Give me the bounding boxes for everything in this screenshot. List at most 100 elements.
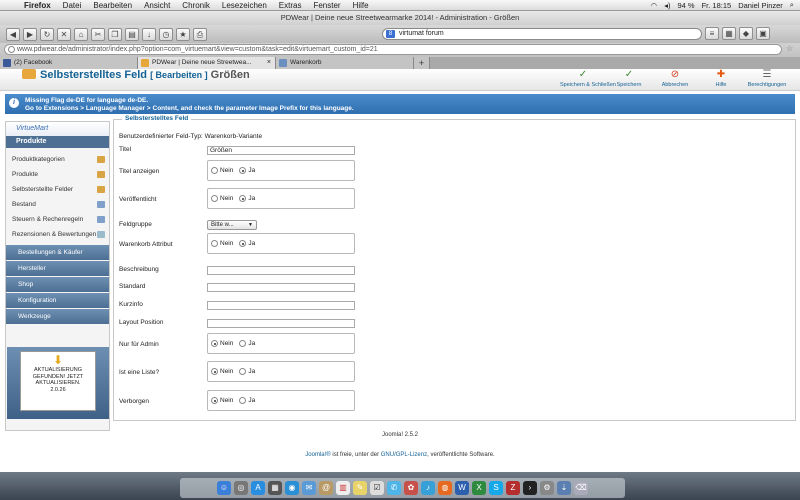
excel-icon[interactable]: X bbox=[472, 481, 486, 495]
menu-chronik[interactable]: Chronik bbox=[176, 1, 216, 10]
stop-icon[interactable]: ✕ bbox=[57, 27, 71, 41]
sidebar-section-bestellungen[interactable]: Bestellungen & Käufer bbox=[6, 245, 109, 260]
calendar-icon[interactable]: ▥ bbox=[336, 481, 350, 495]
sidebar-item-steuern[interactable]: Steuern & Rechenregeln bbox=[6, 212, 109, 227]
ist-eine-liste-nein-radio[interactable] bbox=[211, 368, 218, 375]
menu-extras[interactable]: Extras bbox=[273, 1, 308, 10]
filezilla-icon[interactable]: Z bbox=[506, 481, 520, 495]
gpl-license-link[interactable]: GNU/GPL-Lizenz bbox=[381, 452, 427, 458]
menu-lesezeichen[interactable]: Lesezeichen bbox=[216, 1, 273, 10]
addon-icon[interactable]: ◆ bbox=[739, 27, 753, 40]
save-button[interactable]: ✓ Speichern bbox=[606, 69, 652, 91]
menu-datei[interactable]: Datei bbox=[57, 1, 88, 10]
extension-icon[interactable]: ▣ bbox=[756, 27, 770, 40]
sidebar-item-produktkategorien[interactable]: Produktkategorien bbox=[6, 152, 109, 167]
verborgen-ja-radio[interactable] bbox=[239, 397, 247, 404]
url-input[interactable]: www.pdwear.de/administrator/index.php?op… bbox=[4, 44, 782, 55]
help-button[interactable]: ✚ Hilfe bbox=[698, 69, 744, 91]
menu-firefox[interactable]: Firefox bbox=[18, 1, 57, 10]
bookmark-icon[interactable]: ★ bbox=[176, 27, 190, 41]
permissions-button[interactable]: ☰ Berechtigungen bbox=[744, 69, 790, 91]
skype-icon[interactable]: S bbox=[489, 481, 503, 495]
sidebar-icon[interactable]: ▦ bbox=[722, 27, 736, 40]
spotlight-icon[interactable]: ⌕ bbox=[790, 0, 794, 10]
history-icon[interactable]: ◷ bbox=[159, 27, 173, 41]
word-icon[interactable]: W bbox=[455, 481, 469, 495]
tab-pdwear[interactable]: PDWear | Deine neue Streetwea... × bbox=[138, 57, 276, 69]
tab-facebook[interactable]: (2) Facebook bbox=[0, 57, 138, 69]
back-icon[interactable]: ◀ bbox=[6, 27, 20, 41]
app-store-icon[interactable]: A bbox=[251, 481, 265, 495]
paste-icon[interactable]: ▤ bbox=[125, 27, 139, 41]
download-icon[interactable]: ↓ bbox=[142, 27, 156, 41]
cancel-button[interactable]: ⊘ Abbrechen bbox=[652, 69, 698, 91]
copy-icon[interactable]: ❐ bbox=[108, 27, 122, 41]
home-icon[interactable]: ⌂ bbox=[74, 27, 88, 41]
contacts-icon[interactable]: @ bbox=[319, 481, 333, 495]
tab-close-icon[interactable]: × bbox=[267, 57, 271, 69]
save-close-button[interactable]: ✓ Speichern & Schließen bbox=[560, 69, 616, 91]
sidebar-item-bestand[interactable]: Bestand bbox=[6, 197, 109, 212]
battery-status[interactable]: 94 % bbox=[677, 1, 694, 10]
google-icon[interactable]: 8 bbox=[386, 30, 395, 38]
print-icon[interactable]: ⎙ bbox=[193, 27, 207, 41]
titel-anzeigen-nein-radio[interactable] bbox=[211, 167, 218, 174]
standard-input[interactable] bbox=[207, 283, 355, 292]
veroeffentlicht-nein-radio[interactable] bbox=[211, 195, 218, 202]
safari-icon[interactable]: ◉ bbox=[285, 481, 299, 495]
kurzinfo-input[interactable] bbox=[207, 301, 355, 310]
virtuemart-logo[interactable]: VirtueMart bbox=[6, 122, 109, 136]
verborgen-nein-radio[interactable] bbox=[211, 397, 218, 404]
tab-warenkorb[interactable]: Warenkorb bbox=[276, 57, 414, 69]
forward-icon[interactable]: ▶ bbox=[23, 27, 37, 41]
menu-bearbeiten[interactable]: Bearbeiten bbox=[87, 1, 138, 10]
trash-icon[interactable]: ⌫ bbox=[574, 481, 588, 495]
beschreibung-input[interactable] bbox=[207, 266, 355, 275]
sidebar-item-produkte[interactable]: Produkte bbox=[6, 167, 109, 182]
notes-icon[interactable]: ✎ bbox=[353, 481, 367, 495]
nur-fuer-admin-nein-radio[interactable] bbox=[211, 340, 218, 347]
search-input[interactable]: 8 virtumat forum bbox=[382, 28, 702, 40]
launchpad-icon[interactable]: ◎ bbox=[234, 481, 248, 495]
music-icon[interactable]: ♪ bbox=[421, 481, 435, 495]
sidebar-section-hersteller[interactable]: Hersteller bbox=[6, 261, 109, 276]
menu-ansicht[interactable]: Ansicht bbox=[138, 1, 176, 10]
reminders-icon[interactable]: ☑ bbox=[370, 481, 384, 495]
user-name[interactable]: Daniel Pinzer bbox=[738, 1, 783, 10]
cut-icon[interactable]: ✂ bbox=[91, 27, 105, 41]
sidebar-section-konfiguration[interactable]: Konfiguration bbox=[6, 293, 109, 308]
new-tab-button[interactable]: + bbox=[414, 57, 430, 69]
warenkorb-attribut-nein-radio[interactable] bbox=[211, 240, 218, 247]
finder-icon[interactable]: ☺ bbox=[217, 481, 231, 495]
clock[interactable]: Fr. 18:15 bbox=[702, 1, 732, 10]
joomla-link[interactable]: Joomla!® bbox=[305, 452, 330, 458]
bookmark-star-icon[interactable]: ☆ bbox=[786, 44, 793, 53]
menu-icon[interactable]: ≡ bbox=[705, 27, 719, 40]
feldgruppe-select[interactable]: Bitte w... ▼ bbox=[207, 220, 257, 230]
sidebar-section-werkzeuge[interactable]: Werkzeuge bbox=[6, 309, 109, 324]
terminal-icon[interactable]: › bbox=[523, 481, 537, 495]
volume-icon[interactable]: ◂) bbox=[664, 1, 670, 10]
firefox-icon[interactable]: ◍ bbox=[438, 481, 452, 495]
photos-icon[interactable]: ✿ bbox=[404, 481, 418, 495]
messages-icon[interactable]: ✆ bbox=[387, 481, 401, 495]
ist-eine-liste-ja-radio[interactable] bbox=[239, 368, 247, 375]
titel-anzeigen-ja-radio[interactable] bbox=[239, 167, 247, 174]
layout-position-input[interactable] bbox=[207, 319, 355, 328]
menu-hilfe[interactable]: Hilfe bbox=[347, 1, 375, 10]
sidebar-section-produkte[interactable]: Produkte bbox=[6, 136, 109, 148]
preferences-icon[interactable]: ⚙ bbox=[540, 481, 554, 495]
wifi-icon[interactable]: ◠ bbox=[651, 1, 658, 10]
menu-fenster[interactable]: Fenster bbox=[307, 1, 346, 10]
reload-icon[interactable]: ↻ bbox=[40, 27, 54, 41]
downloads-icon[interactable]: ⇣ bbox=[557, 481, 571, 495]
warenkorb-attribut-ja-radio[interactable] bbox=[239, 240, 247, 247]
veroeffentlicht-ja-radio[interactable] bbox=[239, 195, 247, 202]
sidebar-section-shop[interactable]: Shop bbox=[6, 277, 109, 292]
sidebar-item-selbsterstellte-felder[interactable]: Selbsterstellte Felder bbox=[6, 182, 109, 197]
update-notice[interactable]: ⬇ AKTUALISIERUNG GEFUNDEN! JETZT AKTUALI… bbox=[20, 351, 96, 411]
mail-icon[interactable]: ✉ bbox=[302, 481, 316, 495]
titel-input[interactable]: Größen bbox=[207, 146, 355, 155]
sidebar-item-rezensionen[interactable]: Rezensionen & Bewertungen bbox=[6, 227, 109, 242]
mission-control-icon[interactable]: ▦ bbox=[268, 481, 282, 495]
